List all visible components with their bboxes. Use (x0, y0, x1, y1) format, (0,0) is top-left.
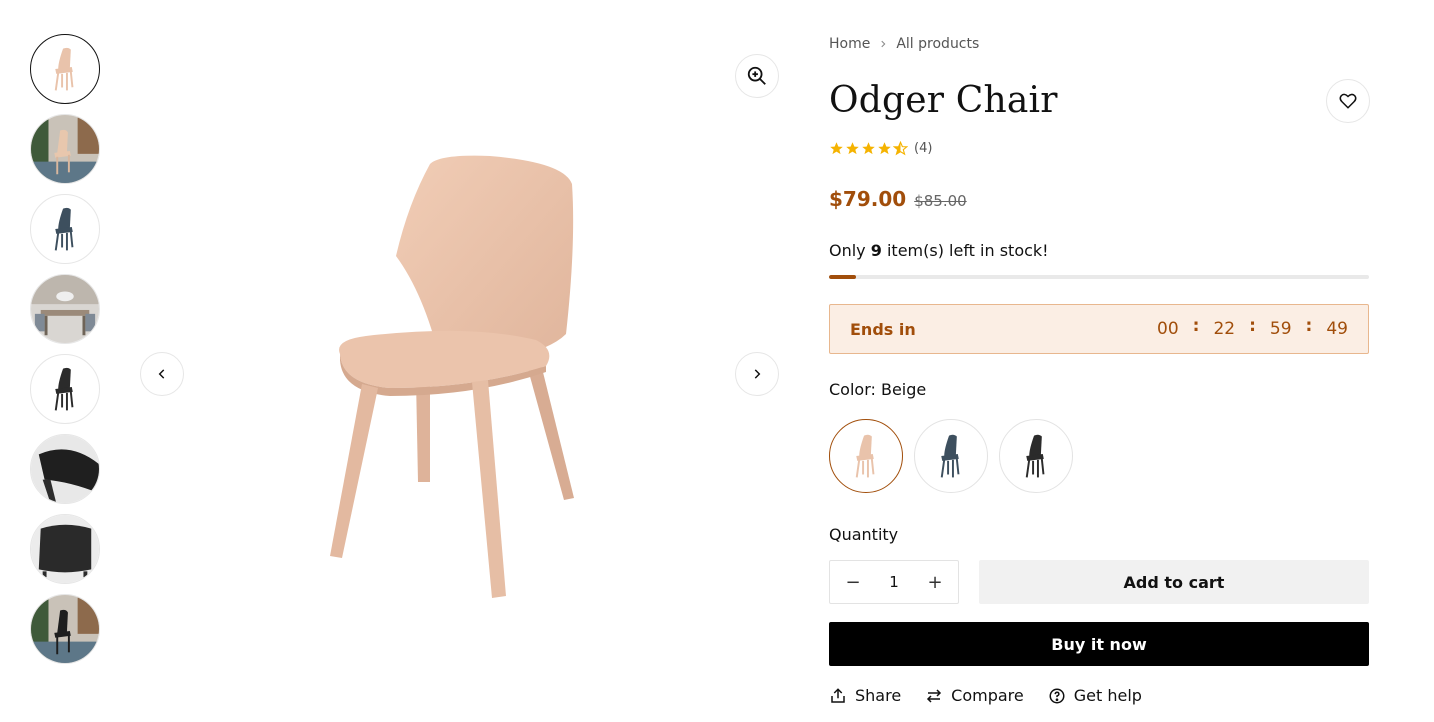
chevron-right-icon (881, 40, 886, 48)
stock-progress-bar (829, 275, 1369, 279)
compare-label: Compare (951, 686, 1024, 705)
breadcrumb: Home All products (829, 36, 979, 52)
chair-image (330, 155, 574, 598)
thumbnail-black-chair-detail[interactable] (30, 434, 100, 504)
compare-price: $85.00 (914, 192, 967, 210)
countdown-hours: 22 (1213, 319, 1236, 339)
thumbnail-black-chair-room[interactable] (30, 594, 100, 664)
swatch-black[interactable] (999, 419, 1073, 493)
breadcrumb-home-link[interactable]: Home (829, 36, 870, 52)
previous-image-button[interactable] (140, 352, 184, 396)
stock-suffix: item(s) left in stock! (886, 241, 1049, 260)
swatch-blue[interactable] (914, 419, 988, 493)
stock-prefix: Only (829, 241, 866, 260)
buy-now-button[interactable]: Buy it now (829, 622, 1369, 666)
color-label-text: Color: (829, 380, 876, 399)
thumbnail-black-seat-detail[interactable] (30, 514, 100, 584)
star-rating (829, 141, 908, 156)
chevron-left-icon (158, 369, 165, 379)
star-icon (878, 142, 891, 155)
product-title: Odger Chair (829, 80, 1058, 121)
stock-count: 9 (870, 241, 882, 260)
countdown-minutes: 59 (1269, 319, 1292, 339)
stock-progress-fill (829, 275, 856, 279)
add-to-cart-button[interactable]: Add to cart (979, 560, 1369, 604)
swatch-beige[interactable] (829, 419, 903, 493)
countdown-days: 00 (1157, 319, 1179, 339)
wishlist-button[interactable] (1326, 79, 1370, 123)
price-block: $79.00 $85.00 (829, 187, 967, 211)
quantity-stepper: − 1 + (829, 560, 959, 604)
color-label: Color: Beige (829, 380, 926, 399)
thumbnail-dining-room[interactable] (30, 274, 100, 344)
product-main-image[interactable] (130, 34, 790, 694)
help-label: Get help (1073, 686, 1142, 705)
countdown-seconds: 49 (1326, 319, 1348, 339)
share-label: Share (855, 686, 902, 705)
thumbnail-beige-chair-room[interactable] (30, 114, 100, 184)
thumbnail-black-chair[interactable] (30, 354, 100, 424)
countdown-label: Ends in (850, 319, 916, 339)
compare-button[interactable]: Compare (925, 686, 1024, 705)
breadcrumb-current-link[interactable]: All products (896, 36, 979, 52)
countdown-digits: 00 : 22 : 59 : 49 (1157, 316, 1348, 339)
chevron-right-icon (754, 369, 761, 379)
color-swatches (829, 419, 1073, 493)
countdown-separator: : (1305, 316, 1313, 336)
increase-quantity-button[interactable]: + (926, 572, 944, 593)
compare-icon (927, 688, 942, 703)
quantity-input[interactable]: 1 (889, 573, 899, 591)
decrease-quantity-button[interactable]: − (844, 572, 862, 593)
countdown-timer: Ends in 00 : 22 : 59 : 49 (829, 304, 1369, 354)
stock-message: Only 9 item(s) left in stock! (829, 241, 1049, 260)
countdown-separator: : (1192, 316, 1200, 336)
star-icon (830, 142, 843, 155)
star-icon (846, 142, 859, 155)
zoom-button[interactable] (735, 54, 779, 98)
half-star-icon (893, 141, 908, 156)
thumbnail-blue-chair[interactable] (30, 194, 100, 264)
thumbnail-beige-chair[interactable] (30, 34, 100, 104)
review-count: (4) (914, 141, 933, 156)
next-image-button[interactable] (735, 352, 779, 396)
product-rating[interactable]: (4) (829, 141, 932, 156)
star-icon (862, 142, 875, 155)
sale-price: $79.00 (829, 187, 907, 211)
share-icon (831, 687, 845, 703)
product-actions: Share Compare Get help (829, 686, 1142, 705)
share-button[interactable]: Share (829, 686, 901, 705)
get-help-button[interactable]: Get help (1048, 686, 1142, 705)
zoom-in-icon (747, 66, 766, 85)
heart-icon (1339, 93, 1357, 109)
help-icon (1049, 688, 1065, 703)
quantity-label: Quantity (829, 525, 899, 544)
thumbnail-list (30, 34, 100, 674)
selected-color: Beige (880, 380, 927, 399)
countdown-separator: : (1249, 316, 1256, 336)
